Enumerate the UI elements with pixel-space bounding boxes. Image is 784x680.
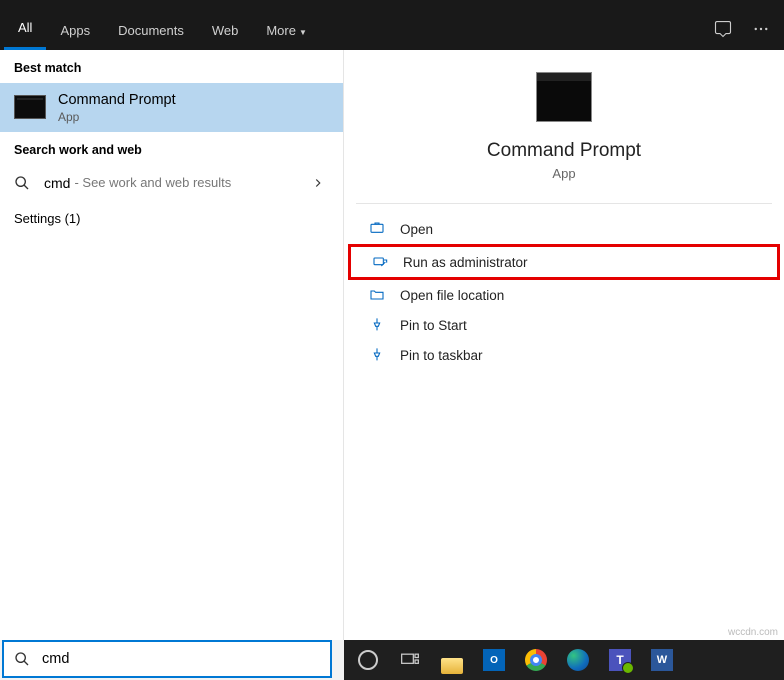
tab-documents[interactable]: Documents bbox=[104, 11, 198, 50]
pin-icon bbox=[368, 317, 386, 333]
feedback-icon[interactable] bbox=[704, 8, 742, 50]
admin-shield-icon bbox=[371, 254, 389, 270]
cortana-button[interactable] bbox=[354, 646, 382, 674]
result-title: Command Prompt bbox=[58, 91, 176, 110]
action-label: Pin to Start bbox=[400, 318, 467, 333]
chrome-icon[interactable] bbox=[522, 646, 550, 674]
action-open[interactable]: Open bbox=[344, 214, 784, 244]
action-open-file-location[interactable]: Open file location bbox=[344, 280, 784, 310]
preview-actions: Open Run as administrator Open file loca… bbox=[344, 204, 784, 380]
more-options-icon[interactable] bbox=[742, 8, 780, 50]
search-icon bbox=[14, 651, 30, 667]
best-match-label: Best match bbox=[0, 50, 343, 83]
preview-title: Command Prompt bbox=[344, 140, 784, 162]
action-label: Pin to taskbar bbox=[400, 348, 483, 363]
teams-icon[interactable] bbox=[606, 646, 634, 674]
action-run-as-administrator[interactable]: Run as administrator bbox=[348, 244, 780, 280]
scope-tabs: All Apps Documents Web More▼ bbox=[0, 0, 784, 50]
preview-pane: Command Prompt App Open Run as administr… bbox=[344, 50, 784, 640]
preview-subtitle: App bbox=[344, 166, 784, 181]
action-pin-to-start[interactable]: Pin to Start bbox=[344, 310, 784, 340]
settings-results-row[interactable]: Settings (1) bbox=[0, 201, 343, 236]
web-search-row[interactable]: cmd - See work and web results bbox=[0, 165, 343, 201]
watermark-text: wccdn.com bbox=[728, 627, 778, 638]
taskbar: O W bbox=[344, 640, 784, 680]
edge-icon[interactable] bbox=[564, 646, 592, 674]
result-subtitle: App bbox=[58, 110, 176, 124]
results-pane: Best match Command Prompt App Search wor… bbox=[0, 50, 784, 640]
action-label: Open bbox=[400, 222, 433, 237]
best-match-result[interactable]: Command Prompt App bbox=[0, 83, 343, 132]
search-input[interactable] bbox=[42, 651, 320, 667]
pin-icon bbox=[368, 347, 386, 363]
search-box[interactable] bbox=[2, 640, 332, 678]
search-icon bbox=[14, 175, 30, 191]
chevron-right-icon bbox=[311, 176, 325, 190]
results-left-column: Best match Command Prompt App Search wor… bbox=[0, 50, 344, 640]
tab-more[interactable]: More▼ bbox=[252, 11, 321, 50]
tab-web[interactable]: Web bbox=[198, 11, 253, 50]
action-label: Open file location bbox=[400, 288, 504, 303]
tab-all[interactable]: All bbox=[4, 8, 46, 50]
chevron-down-icon: ▼ bbox=[299, 28, 307, 37]
web-query-text: cmd bbox=[44, 175, 70, 191]
folder-icon bbox=[368, 287, 386, 303]
web-query-hint: - See work and web results bbox=[74, 175, 231, 190]
task-view-button[interactable] bbox=[396, 646, 424, 674]
command-prompt-icon bbox=[536, 72, 592, 122]
word-icon[interactable]: W bbox=[648, 646, 676, 674]
action-label: Run as administrator bbox=[403, 255, 528, 270]
action-pin-to-taskbar[interactable]: Pin to taskbar bbox=[344, 340, 784, 370]
open-icon bbox=[368, 221, 386, 237]
search-work-web-label: Search work and web bbox=[0, 132, 343, 165]
tab-apps[interactable]: Apps bbox=[46, 11, 104, 50]
command-prompt-icon bbox=[14, 95, 46, 119]
outlook-icon[interactable]: O bbox=[480, 646, 508, 674]
file-explorer-icon[interactable] bbox=[438, 646, 466, 674]
